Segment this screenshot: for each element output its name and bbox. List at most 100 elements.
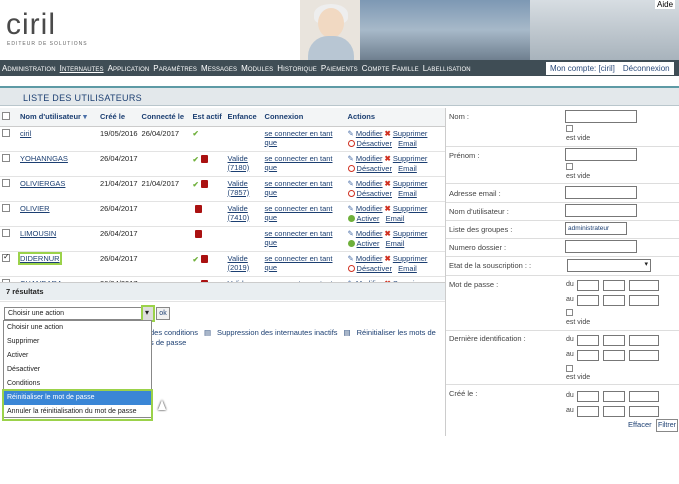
option-reset-password[interactable]: Réinitialiser le mot de passe: [4, 391, 151, 405]
my-account-link[interactable]: Mon compte: [ciril]: [550, 64, 615, 73]
clear-button[interactable]: Effacer: [628, 420, 652, 429]
toggle-active-link[interactable]: Activer: [357, 214, 380, 224]
row-checkbox[interactable]: [2, 153, 10, 162]
derniere-du-day[interactable]: [577, 335, 599, 346]
nav-messages[interactable]: Messages: [199, 64, 239, 73]
impersonate-link[interactable]: se connecter en tant que: [265, 154, 333, 172]
edit-link[interactable]: Modifier: [356, 129, 383, 139]
edit-link[interactable]: Modifier: [356, 179, 383, 189]
toggle-active-link[interactable]: Activer: [357, 239, 380, 249]
cree-du-day[interactable]: [577, 391, 599, 402]
derniere-au-month[interactable]: [603, 350, 625, 361]
impersonate-link[interactable]: se connecter en tant que: [265, 179, 333, 197]
logout-link[interactable]: Déconnexion: [623, 64, 670, 73]
filter-email-input[interactable]: [565, 186, 637, 199]
nav-paiements[interactable]: Paiements: [319, 64, 360, 73]
passwords-link[interactable]: s de passe: [150, 338, 186, 347]
delete-link[interactable]: Supprimer: [393, 154, 428, 164]
delete-link[interactable]: Supprimer: [393, 179, 428, 189]
username-link[interactable]: ciril: [20, 129, 31, 138]
prenom-empty-checkbox[interactable]: [566, 163, 573, 170]
impersonate-link[interactable]: se connecter en tant que: [265, 229, 333, 247]
delete-link[interactable]: Supprimer: [393, 129, 428, 139]
email-link[interactable]: Email: [386, 214, 405, 224]
filter-dossier-input[interactable]: [565, 240, 637, 253]
derniere-du-year[interactable]: [629, 335, 659, 346]
toggle-active-link[interactable]: Désactiver: [357, 264, 392, 274]
nav-application[interactable]: Application: [106, 64, 152, 73]
cree-du-month[interactable]: [603, 391, 625, 402]
delete-link[interactable]: Supprimer: [393, 204, 428, 214]
action-select[interactable]: Choisir une action: [4, 307, 153, 320]
select-all-checkbox[interactable]: [2, 111, 10, 120]
edit-link[interactable]: Modifier: [356, 229, 383, 239]
nom-empty-checkbox[interactable]: [566, 125, 573, 132]
impersonate-link[interactable]: se connecter en tant que: [265, 204, 333, 222]
nav-parametres[interactable]: Paramètres: [151, 64, 199, 73]
conditions-link[interactable]: des conditions: [150, 328, 198, 337]
option-delete[interactable]: Supprimer: [4, 335, 151, 349]
cree-au-year[interactable]: [629, 406, 659, 417]
mdp-du-year[interactable]: [629, 280, 659, 291]
mdp-du-month[interactable]: [603, 280, 625, 291]
filter-etat-select[interactable]: ▾: [567, 259, 651, 272]
option-conditions[interactable]: Conditions: [4, 377, 151, 391]
option-cancel-reset-password[interactable]: Annuler la réinitialisation du mot de pa…: [4, 405, 151, 419]
username-link[interactable]: OLIVIER: [20, 204, 50, 213]
username-link[interactable]: OLIVIERGAS: [20, 179, 65, 188]
row-checkbox[interactable]: [2, 203, 10, 212]
col-username[interactable]: Nom d'utilisateur: [20, 112, 81, 121]
derniere-au-year[interactable]: [629, 350, 659, 361]
email-link[interactable]: Email: [398, 264, 417, 274]
filter-button[interactable]: Filtrer: [656, 419, 678, 432]
nav-historique[interactable]: Historique: [275, 64, 319, 73]
email-link[interactable]: Email: [398, 189, 417, 199]
email-link[interactable]: Email: [386, 239, 405, 249]
nav-administration[interactable]: Administration: [0, 64, 58, 73]
filter-nom-input[interactable]: [565, 110, 637, 123]
delete-inactive-link[interactable]: Suppression des internautes inactifs: [217, 328, 338, 337]
toggle-active-link[interactable]: Désactiver: [357, 164, 392, 174]
enfance-link[interactable]: Valide (7180): [228, 154, 250, 172]
derniere-au-day[interactable]: [577, 350, 599, 361]
nav-modules[interactable]: Modules: [239, 64, 275, 73]
row-checkbox[interactable]: [2, 252, 10, 262]
row-checkbox[interactable]: [2, 178, 10, 187]
row-checkbox[interactable]: [2, 128, 10, 137]
edit-link[interactable]: Modifier: [356, 254, 383, 264]
col-connected[interactable]: Connecté le: [139, 108, 191, 127]
nav-compte-famille[interactable]: Compte Famille: [360, 64, 421, 73]
username-link[interactable]: YOHANNGAS: [20, 154, 68, 163]
option-activate[interactable]: Activer: [4, 349, 151, 363]
option-deactivate[interactable]: Désactiver: [4, 363, 151, 377]
mdp-du-day[interactable]: [577, 280, 599, 291]
enfance-link[interactable]: Valide (7857): [228, 179, 250, 197]
edit-link[interactable]: Modifier: [356, 154, 383, 164]
derniere-du-month[interactable]: [603, 335, 625, 346]
derniere-empty-checkbox[interactable]: [566, 365, 573, 372]
impersonate-link[interactable]: se connecter en tant que: [265, 129, 333, 147]
nav-internautes[interactable]: Internautes: [58, 64, 106, 73]
delete-link[interactable]: Supprimer: [393, 229, 428, 239]
username-link[interactable]: LIMOUSIN: [20, 229, 56, 238]
delete-link[interactable]: Supprimer: [393, 254, 428, 264]
impersonate-link[interactable]: se connecter en tant que: [265, 254, 333, 272]
cree-au-day[interactable]: [577, 406, 599, 417]
enfance-link[interactable]: Valide (2019): [228, 254, 250, 272]
help-link[interactable]: Aide: [655, 0, 676, 9]
reset-passwords-link[interactable]: Réinitialiser les mots de: [357, 328, 436, 337]
email-link[interactable]: Email: [398, 139, 417, 149]
mdp-empty-checkbox[interactable]: [566, 309, 573, 316]
cree-au-month[interactable]: [603, 406, 625, 417]
mdp-au-month[interactable]: [603, 295, 625, 306]
email-link[interactable]: Email: [398, 164, 417, 174]
filter-username-input[interactable]: [565, 204, 637, 217]
row-checkbox[interactable]: [2, 228, 10, 237]
toggle-active-link[interactable]: Désactiver: [357, 189, 392, 199]
mdp-au-day[interactable]: [577, 295, 599, 306]
cree-du-year[interactable]: [629, 391, 659, 402]
enfance-link[interactable]: Valide (7410): [228, 204, 250, 222]
username-link[interactable]: DIDERNUR: [18, 251, 62, 265]
col-created[interactable]: Créé le: [98, 108, 140, 127]
nav-labellisation[interactable]: Labellisation: [421, 64, 473, 73]
